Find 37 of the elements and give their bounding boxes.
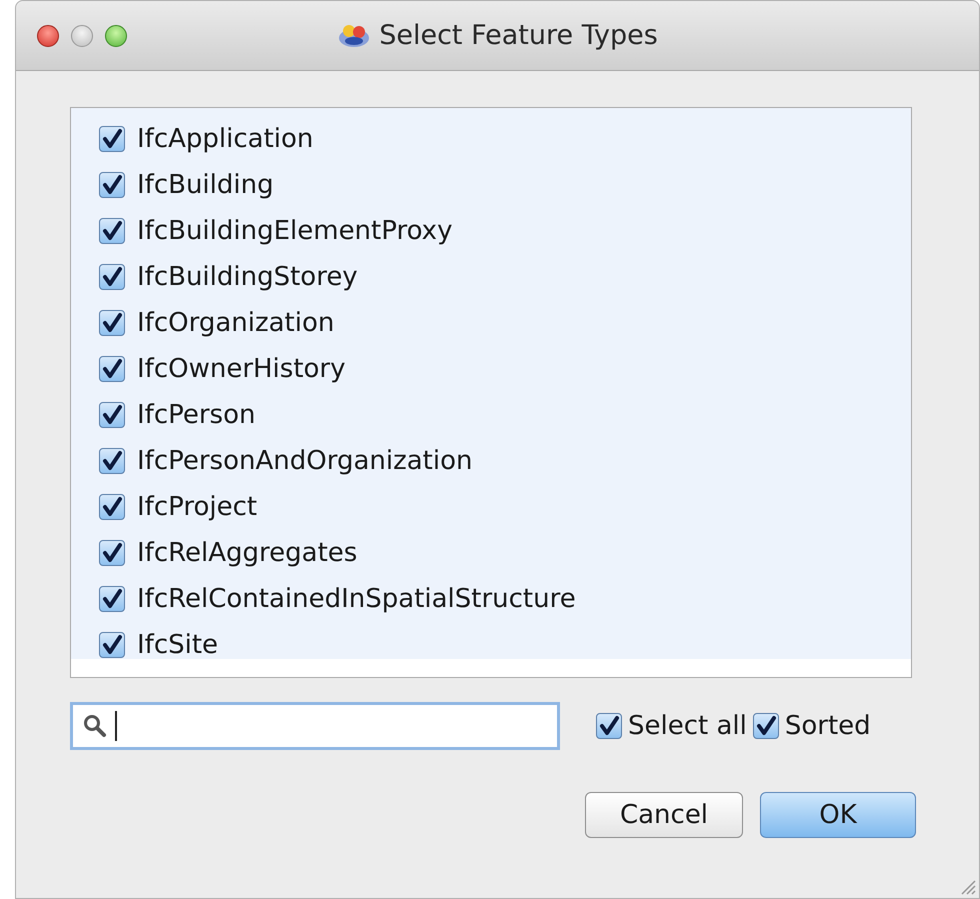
feature-type-label[interactable]: IfcRelContainedInSpatialStructure xyxy=(137,584,576,614)
checkbox[interactable] xyxy=(99,540,125,566)
checkbox[interactable] xyxy=(99,218,125,244)
feature-type-label[interactable]: IfcApplication xyxy=(137,124,314,154)
checkbox[interactable] xyxy=(99,356,125,382)
search-icon xyxy=(83,714,107,738)
checkbox[interactable] xyxy=(99,448,125,474)
checkbox[interactable] xyxy=(99,402,125,428)
checkbox[interactable] xyxy=(99,126,125,152)
text-cursor xyxy=(115,711,117,741)
checkbox[interactable] xyxy=(99,586,125,612)
checkbox[interactable] xyxy=(99,632,125,658)
search-field[interactable] xyxy=(70,702,560,750)
zoom-button[interactable] xyxy=(105,24,127,46)
feature-type-label[interactable]: IfcBuilding xyxy=(137,170,274,200)
checkbox[interactable] xyxy=(99,310,125,336)
checkbox[interactable] xyxy=(596,713,622,739)
option-label[interactable]: Sorted xyxy=(784,711,871,741)
cancel-button[interactable]: Cancel xyxy=(585,792,743,838)
feature-type-label[interactable]: IfcPerson xyxy=(137,400,256,430)
close-button[interactable] xyxy=(37,24,59,46)
checkbox[interactable] xyxy=(752,713,779,739)
feature-type-label[interactable]: IfcRelAggregates xyxy=(137,538,358,568)
checkbox[interactable] xyxy=(99,264,125,290)
checkbox[interactable] xyxy=(99,172,125,198)
feature-type-label[interactable]: IfcOrganization xyxy=(137,308,334,338)
feature-type-label[interactable]: IfcProject xyxy=(137,492,258,522)
checkbox[interactable] xyxy=(99,494,125,520)
feature-type-label[interactable]: IfcOwnerHistory xyxy=(137,354,346,384)
feature-type-label[interactable]: IfcBuildingElementProxy xyxy=(137,216,452,246)
feature-type-label[interactable]: IfcPersonAndOrganization xyxy=(137,446,472,476)
ok-button[interactable]: OK xyxy=(760,792,916,838)
window-title: Select Feature Types xyxy=(379,20,658,51)
feature-type-label[interactable]: IfcSite xyxy=(137,630,218,660)
option-label[interactable]: Select all xyxy=(628,711,747,741)
feature-type-label[interactable]: IfcBuildingStorey xyxy=(137,262,358,292)
app-icon xyxy=(337,22,372,48)
